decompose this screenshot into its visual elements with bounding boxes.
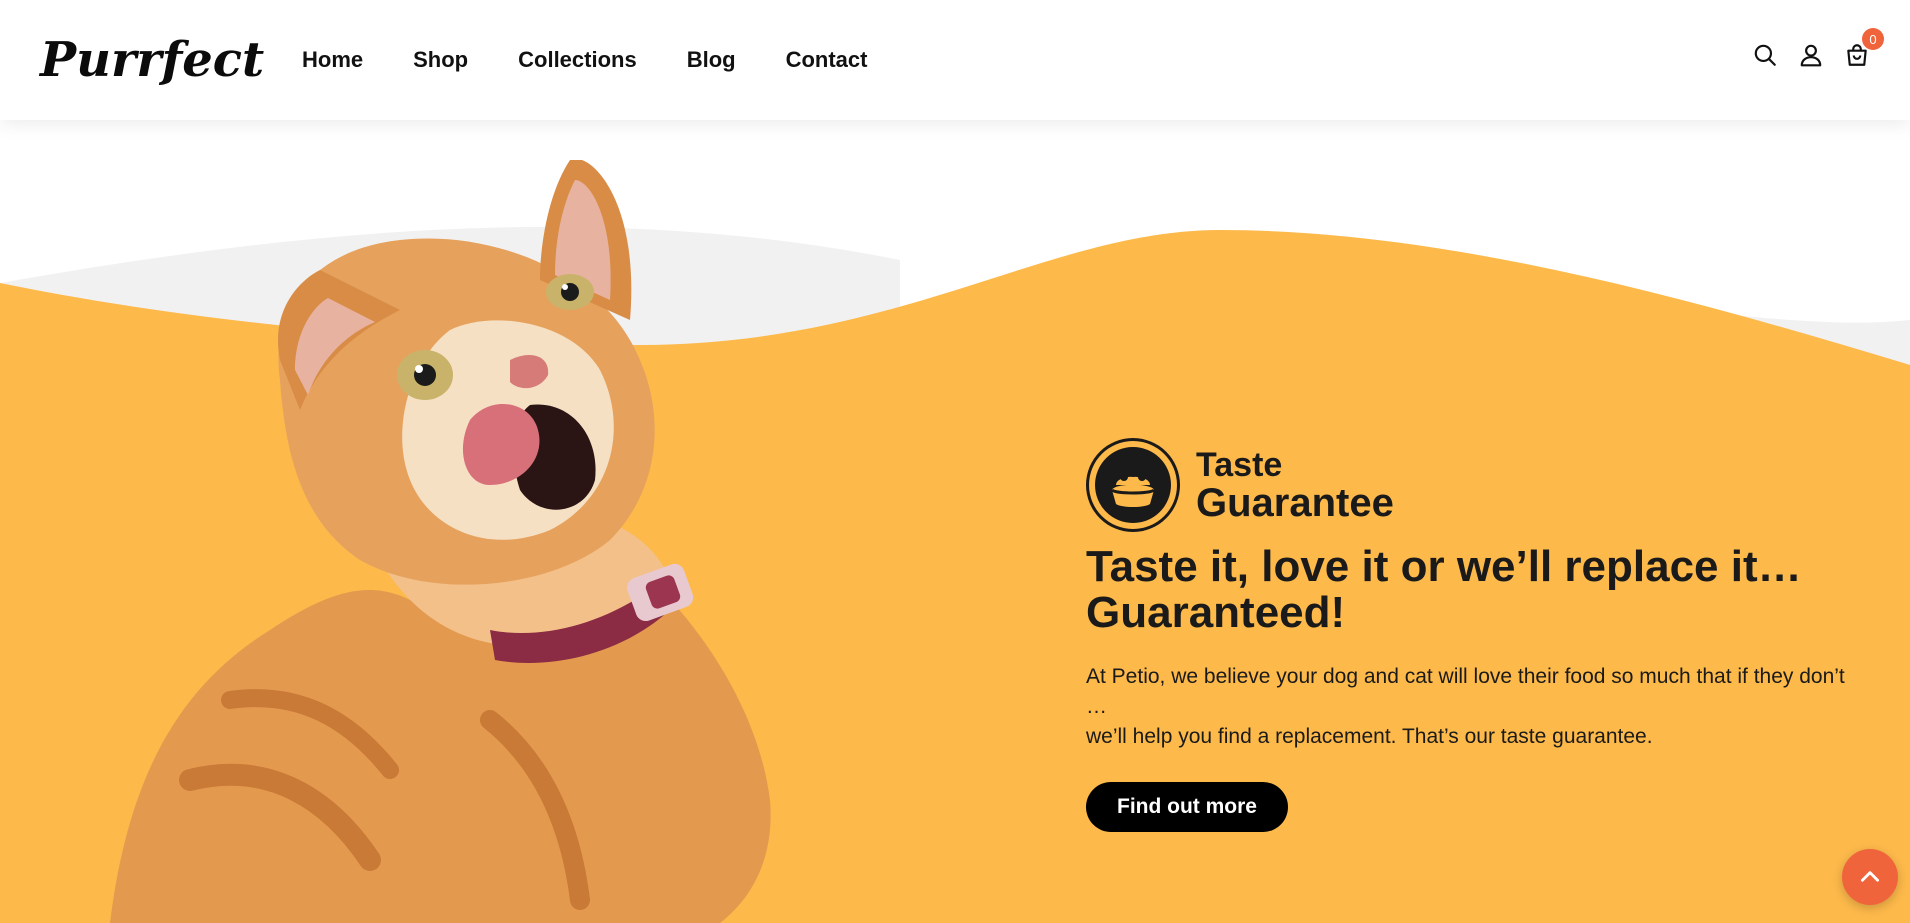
cat-image (70, 158, 910, 923)
taste-guarantee-badge: Taste Guarantee (1086, 438, 1866, 532)
hero-content: Taste Guarantee Taste it, love it or we’… (1086, 438, 1866, 832)
back-to-top-button[interactable] (1842, 849, 1898, 905)
cart-count-badge: 0 (1862, 28, 1884, 50)
nav-contact[interactable]: Contact (786, 40, 868, 80)
nav-shop[interactable]: Shop (413, 40, 468, 80)
pet-bowl-icon (1086, 438, 1180, 532)
find-out-more-button[interactable]: Find out more (1086, 782, 1288, 832)
search-icon[interactable] (1752, 40, 1778, 70)
hero-description: At Petio, we believe your dog and cat wi… (1086, 662, 1866, 752)
header-actions: 0 (1752, 28, 1884, 70)
headline-line1: Taste it, love it or we’ll replace it… (1086, 542, 1802, 591)
badge-title-line2: Guarantee (1196, 481, 1394, 525)
description-line1: At Petio, we believe your dog and cat wi… (1086, 665, 1845, 718)
cart-icon[interactable]: 0 (1844, 28, 1884, 70)
nav-home[interactable]: Home (302, 40, 363, 80)
badge-title: Taste Guarantee (1196, 447, 1394, 523)
site-logo[interactable]: Purrfect (40, 30, 264, 90)
description-line2: we’ll help you find a replacement. That’… (1086, 725, 1653, 748)
taste-guarantee-hero: Taste Guarantee Taste it, love it or we’… (0, 120, 1910, 923)
hero-headline: Taste it, love it or we’ll replace it… G… (1086, 544, 1866, 636)
nav-blog[interactable]: Blog (687, 40, 736, 80)
site-header: Purrfect Home Shop Collections Blog Cont… (0, 0, 1910, 120)
chevron-up-icon (1861, 871, 1879, 882)
badge-title-line1: Taste (1196, 446, 1283, 484)
main-nav: Home Shop Collections Blog Contact (302, 40, 917, 80)
headline-line2: Guaranteed! (1086, 588, 1346, 637)
account-icon[interactable] (1798, 40, 1824, 70)
nav-collections[interactable]: Collections (518, 40, 637, 80)
